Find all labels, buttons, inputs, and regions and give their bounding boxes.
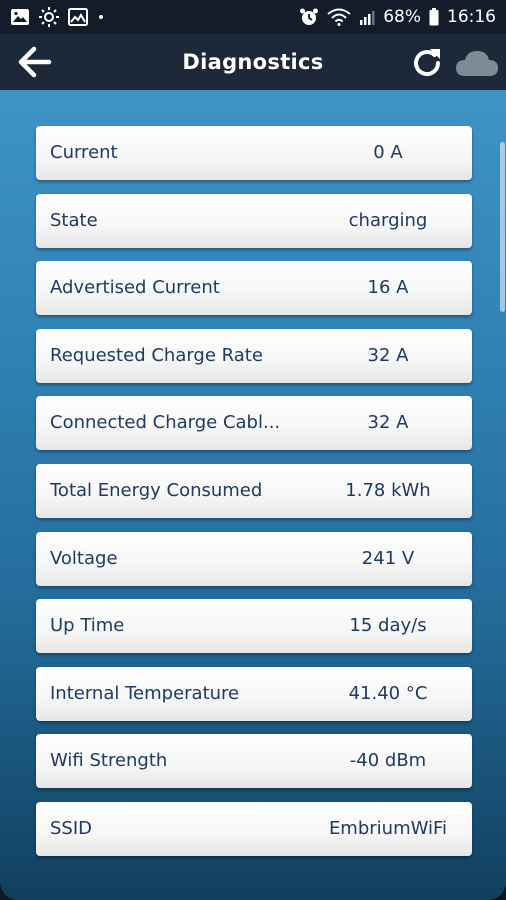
row-value: 32 A xyxy=(367,344,409,366)
row-value: -40 dBm xyxy=(349,750,427,772)
row-label: Advertised Current xyxy=(50,277,220,299)
row-label: Connected Charge Cabl... xyxy=(50,412,281,434)
row-value: 15 day/s xyxy=(349,615,427,637)
row-label: Wifi Strength xyxy=(50,750,168,772)
alarm-icon xyxy=(299,7,319,27)
wifi-icon xyxy=(327,8,351,26)
row-label: Internal Temperature xyxy=(50,682,240,704)
scrollbar[interactable] xyxy=(500,142,505,312)
diagnostics-list: Current 0 A State charging Advertised Cu… xyxy=(36,126,472,870)
diagnostic-row-internal-temperature[interactable]: Internal Temperature 41.40 °C xyxy=(36,666,472,721)
brightness-icon xyxy=(38,7,60,27)
status-bar-right: 68% 16:16 xyxy=(299,7,496,27)
phone-screen: 68% 16:16 Diagnostics Current 0 A State … xyxy=(0,0,506,900)
row-label: Total Energy Consumed xyxy=(50,479,263,501)
row-value: EmbriumWiFi xyxy=(328,817,448,839)
diagnostic-row-state[interactable]: State charging xyxy=(36,193,472,248)
diagnostic-row-total-energy-consumed[interactable]: Total Energy Consumed 1.78 kWh xyxy=(36,463,472,518)
signal-icon xyxy=(359,9,375,25)
diagnostics-content: Current 0 A State charging Advertised Cu… xyxy=(0,90,506,900)
image-icon xyxy=(68,8,88,26)
dot-icon xyxy=(96,12,106,22)
refresh-icon xyxy=(414,49,441,77)
refresh-button[interactable] xyxy=(410,46,444,80)
battery-icon xyxy=(429,8,439,26)
diagnostic-row-connected-charge-cable[interactable]: Connected Charge Cabl... 32 A xyxy=(36,396,472,451)
diagnostic-row-up-time[interactable]: Up Time 15 day/s xyxy=(36,599,472,654)
row-label: SSID xyxy=(50,817,93,839)
diagnostic-row-current[interactable]: Current 0 A xyxy=(36,126,472,180)
app-bar: Diagnostics xyxy=(0,34,506,90)
row-value: 16 A xyxy=(367,277,409,299)
diagnostic-row-voltage[interactable]: Voltage 241 V xyxy=(36,531,472,586)
status-bar: 68% 16:16 xyxy=(0,0,506,34)
row-value: charging xyxy=(348,209,428,231)
row-label: State xyxy=(50,209,98,231)
row-value: 241 V xyxy=(361,547,415,569)
row-label: Requested Charge Rate xyxy=(50,344,263,366)
cloud-button[interactable] xyxy=(454,48,500,78)
row-value: 0 A xyxy=(373,142,403,163)
row-value: 1.78 kWh xyxy=(345,479,431,501)
diagnostic-row-requested-charge-rate[interactable]: Requested Charge Rate 32 A xyxy=(36,328,472,383)
row-value: 41.40 °C xyxy=(348,682,428,704)
battery-percent: 68% xyxy=(383,7,421,27)
row-label: Up Time xyxy=(50,615,125,637)
cloud-icon xyxy=(456,51,498,76)
diagnostic-row-wifi-strength[interactable]: Wifi Strength -40 dBm xyxy=(36,734,472,789)
row-label: Voltage xyxy=(50,547,118,569)
diagnostic-row-ssid[interactable]: SSID EmbriumWiFi xyxy=(36,801,472,856)
row-label: Current xyxy=(50,142,118,163)
clock-time: 16:16 xyxy=(447,7,496,27)
status-bar-left xyxy=(10,7,106,27)
diagnostic-row-advertised-current[interactable]: Advertised Current 16 A xyxy=(36,261,472,316)
gallery-icon xyxy=(10,8,30,26)
row-value: 32 A xyxy=(367,412,409,434)
